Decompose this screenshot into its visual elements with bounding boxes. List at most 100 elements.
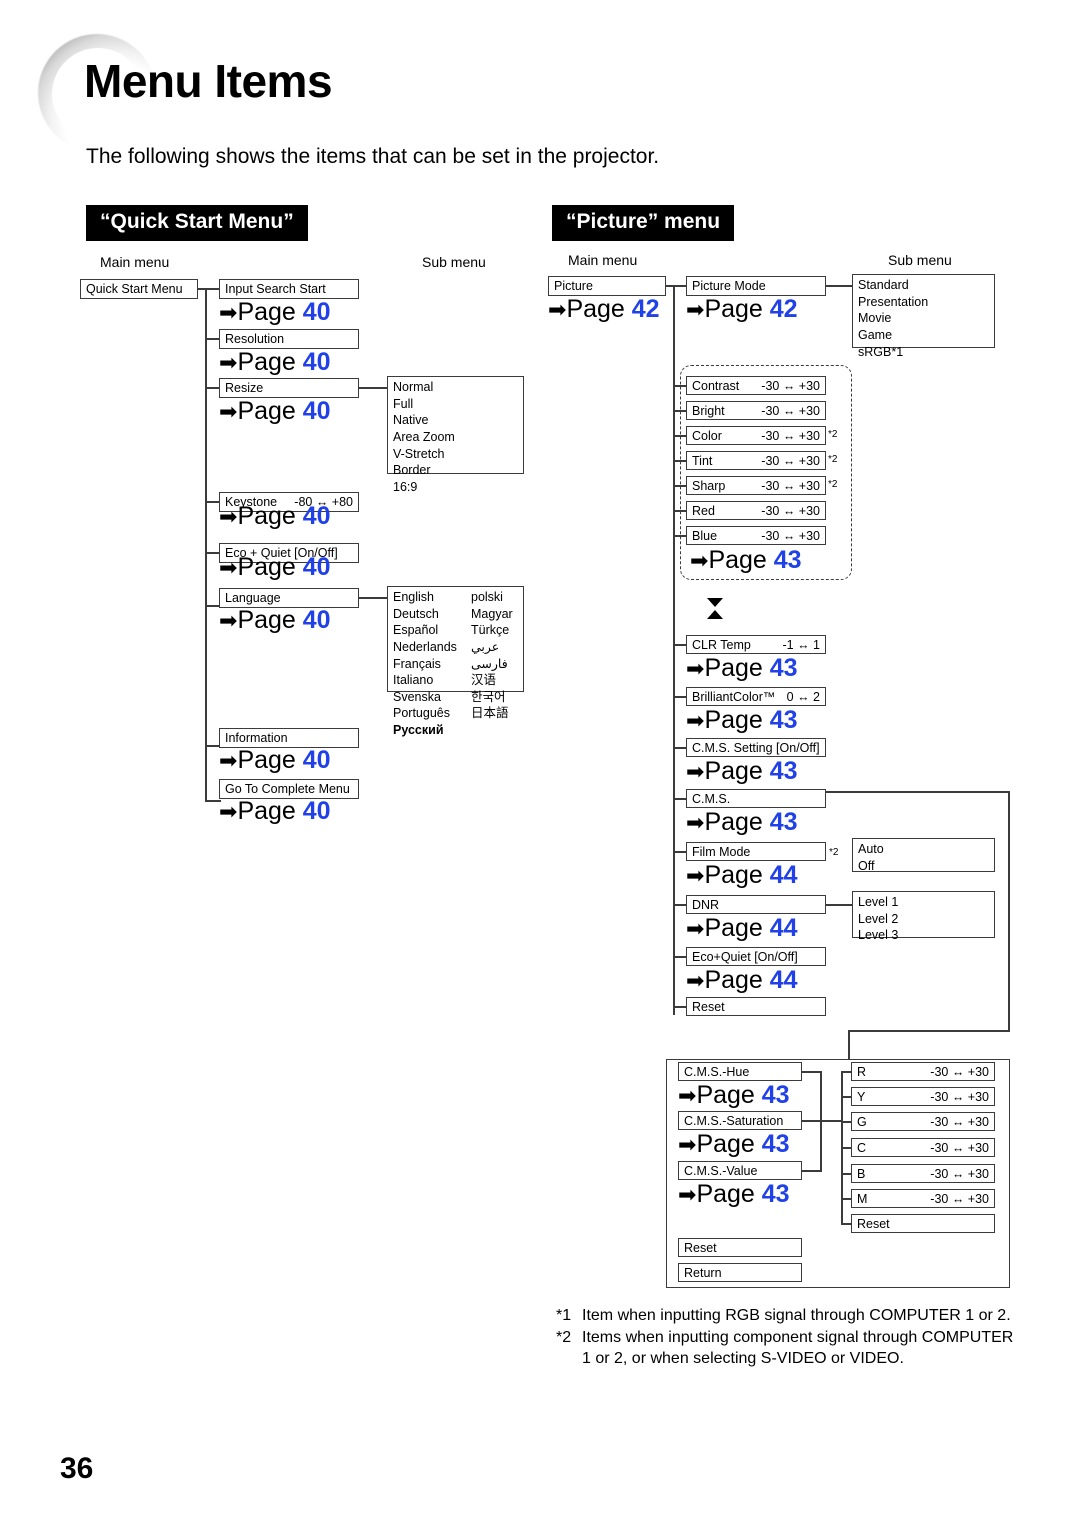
node-go-to-complete-menu[interactable]: Go To Complete Menu [219, 779, 359, 799]
node-channel-g[interactable]: G -30 ↔ +30 [851, 1112, 995, 1131]
node-contrast[interactable]: Contrast -30 ↔ +30 [686, 376, 826, 395]
node-language[interactable]: Language [219, 588, 359, 608]
arrow-right-icon: ➡ [548, 297, 567, 322]
node-cms-saturation[interactable]: C.M.S.-Saturation [678, 1111, 802, 1130]
node-label: Reset [684, 1241, 717, 1255]
option-item: Deutsch [393, 606, 439, 621]
connector-sat-merge [802, 1120, 822, 1122]
node-clr-temp[interactable]: CLR Temp -1 ↔ 1 [686, 635, 826, 654]
connector-language-sub [359, 597, 388, 599]
node-red[interactable]: Red -30 ↔ +30 [686, 501, 826, 520]
node-range: 0 ↔ 2 [786, 690, 820, 704]
connector-cms-to-panel-h [826, 791, 1010, 793]
node-label: B [857, 1167, 866, 1181]
page-link-dnr[interactable]: ➡Page 44 [686, 916, 798, 941]
node-resize[interactable]: Resize [219, 378, 359, 398]
page-link-number: 43 [769, 654, 798, 682]
main-menu-label-right: Main menu [568, 252, 638, 268]
page-link-cms-setting[interactable]: ➡Page 43 [686, 759, 798, 784]
connector-cms-panel-h2 [848, 1030, 1010, 1032]
page-link-brilliantcolor[interactable]: ➡Page 43 [686, 708, 798, 733]
page-link-number: 42 [769, 295, 798, 323]
page-link-picture[interactable]: ➡Page 42 [548, 297, 660, 322]
page-link-adjust-group[interactable]: ➡Page 43 [690, 548, 802, 573]
page-link-cms-hue[interactable]: ➡Page 43 [678, 1083, 790, 1108]
page-link-number: 44 [769, 914, 798, 942]
option-item: Français [393, 656, 441, 671]
node-label: Film Mode [692, 845, 751, 859]
node-channel-m[interactable]: M -30 ↔ +30 [851, 1189, 995, 1208]
arrow-right-icon: ➡ [219, 799, 238, 824]
submenu-picture-mode-options[interactable]: Standard Presentation Movie Game sRGB*1 [852, 274, 995, 359]
node-input-search-start[interactable]: Input Search Start [219, 279, 359, 299]
node-picture[interactable]: Picture [548, 276, 666, 296]
page-link-information[interactable]: ➡Page 40 [219, 748, 331, 773]
node-tint[interactable]: Tint -30 ↔ +30 [686, 451, 826, 470]
page-link-eco-quiet[interactable]: ➡Page 40 [219, 555, 331, 580]
node-cms-return[interactable]: Return [678, 1263, 802, 1282]
option-item: Level 2 [858, 911, 899, 926]
node-reset-picture[interactable]: Reset [686, 997, 826, 1016]
node-cms-value[interactable]: C.M.S.-Value [678, 1161, 802, 1180]
submenu-film-mode-options[interactable]: Auto Off [852, 838, 995, 873]
node-range: -30 ↔ +30 [930, 1167, 989, 1181]
arrow-right-icon: ➡ [219, 608, 238, 633]
page-link-film-mode[interactable]: ➡Page 44 [686, 863, 798, 888]
page-link-input-search-start[interactable]: ➡Page 40 [219, 300, 331, 325]
page-link-keystone[interactable]: ➡Page 40 [219, 504, 331, 529]
node-label: Resolution [225, 332, 285, 346]
node-channel-y[interactable]: Y -30 ↔ +30 [851, 1087, 995, 1106]
arrow-right-icon: ➡ [686, 810, 705, 835]
page-link-cms-saturation[interactable]: ➡Page 43 [678, 1132, 790, 1157]
node-label: DNR [692, 898, 720, 912]
option-item: Русский [393, 723, 444, 737]
page-link-number: 44 [769, 966, 798, 994]
page-link-picture-mode[interactable]: ➡Page 42 [686, 297, 798, 322]
node-label: Reset [857, 1217, 890, 1231]
page-link-resize[interactable]: ➡Page 40 [219, 399, 331, 424]
node-sharp[interactable]: Sharp -30 ↔ +30 [686, 476, 826, 495]
node-cms-setting[interactable]: C.M.S. Setting [On/Off] [686, 738, 826, 757]
page-link-cms-value[interactable]: ➡Page 43 [678, 1182, 790, 1207]
node-label: Information [225, 731, 288, 745]
node-bright[interactable]: Bright -30 ↔ +30 [686, 401, 826, 420]
node-eco-quiet-picture[interactable]: Eco+Quiet [On/Off] [686, 947, 826, 966]
node-channel-r[interactable]: R -30 ↔ +30 [851, 1062, 995, 1081]
node-channel-c[interactable]: C -30 ↔ +30 [851, 1138, 995, 1157]
node-label: C.M.S.-Hue [684, 1065, 750, 1079]
page-link-clr-temp[interactable]: ➡Page 43 [686, 656, 798, 681]
node-dnr[interactable]: DNR [686, 895, 826, 914]
node-resolution[interactable]: Resolution [219, 329, 359, 349]
node-cms[interactable]: C.M.S. [686, 789, 826, 808]
node-information[interactable]: Information [219, 728, 359, 748]
footnote-marker-tint: *2 [828, 454, 838, 465]
node-quick-start-menu[interactable]: Quick Start Menu [80, 279, 198, 299]
node-blue[interactable]: Blue -30 ↔ +30 [686, 526, 826, 545]
node-cms-reset[interactable]: Reset [678, 1238, 802, 1257]
submenu-language-options[interactable]: English polski Deutsch Magyar Español Türkç… [387, 586, 524, 737]
page-link-eco-quiet-picture[interactable]: ➡Page 44 [686, 968, 798, 993]
node-picture-mode[interactable]: Picture Mode [686, 276, 826, 296]
node-label: Bright [692, 404, 725, 418]
option-item: Auto [858, 842, 884, 856]
node-film-mode[interactable]: Film Mode [686, 842, 826, 861]
page-link-cms[interactable]: ➡Page 43 [686, 810, 798, 835]
node-channel-b[interactable]: B -30 ↔ +30 [851, 1164, 995, 1183]
connector-val-merge [802, 1170, 822, 1172]
node-brilliantcolor[interactable]: BrilliantColor™ 0 ↔ 2 [686, 687, 826, 706]
connector-picture-mode-sub [826, 285, 853, 287]
arrow-right-icon: ➡ [686, 759, 705, 784]
node-channel-reset[interactable]: Reset [851, 1214, 995, 1233]
arrow-right-icon: ➡ [219, 748, 238, 773]
node-color[interactable]: Color -30 ↔ +30 [686, 426, 826, 445]
page-link-resolution[interactable]: ➡Page 40 [219, 350, 331, 375]
submenu-dnr-options[interactable]: Level 1 Level 2 Level 3 [852, 891, 995, 942]
page-link-language[interactable]: ➡Page 40 [219, 608, 331, 633]
node-label: CLR Temp [692, 638, 751, 652]
sub-menu-label-left: Sub menu [422, 254, 486, 270]
node-cms-hue[interactable]: C.M.S.-Hue [678, 1062, 802, 1081]
node-label: Reset [692, 1000, 725, 1014]
node-label: Input Search Start [225, 282, 326, 296]
submenu-resize-options[interactable]: Normal Full Native Area Zoom V-Stretch B… [387, 376, 524, 494]
page-link-go-to-complete-menu[interactable]: ➡Page 40 [219, 799, 331, 824]
